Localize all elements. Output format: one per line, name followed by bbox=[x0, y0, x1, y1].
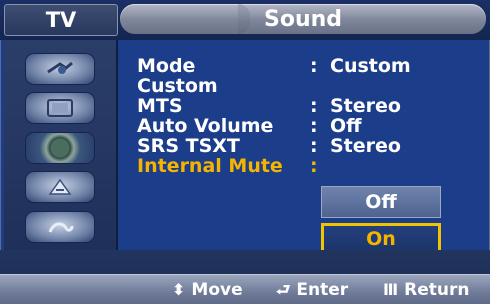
menu-row-auto-volume[interactable]: Auto Volume : Off bbox=[137, 116, 477, 136]
return-icon: Ⅲ bbox=[383, 280, 399, 299]
menu-row-value: Stereo bbox=[330, 135, 401, 157]
menu-row-colon: : bbox=[310, 55, 318, 77]
picture-icon-graphic bbox=[47, 61, 73, 74]
menu-row-label: Mode bbox=[137, 55, 196, 77]
tv-icon-graphic bbox=[47, 99, 73, 117]
sidebar bbox=[4, 40, 118, 250]
enter-hint: ⮐ Enter bbox=[276, 279, 348, 301]
tab-tv-label: TV bbox=[45, 8, 77, 32]
menu-row-colon: : bbox=[310, 135, 318, 157]
menu-row-value: Off bbox=[330, 115, 362, 137]
menu-row-label: MTS bbox=[137, 95, 183, 117]
menu-row-label: Auto Volume bbox=[137, 115, 274, 137]
footer: ⬍ Move ⮐ Enter Ⅲ Return bbox=[0, 250, 490, 304]
return-label: Return bbox=[404, 280, 470, 300]
menu-row-mts[interactable]: MTS : Stereo bbox=[137, 96, 477, 116]
up-down-arrows-icon: ⬍ bbox=[172, 280, 186, 299]
tv-icon[interactable] bbox=[26, 93, 94, 123]
menu-row-value: Custom bbox=[330, 55, 411, 77]
sound-menu: Mode : Custom Custom MTS : Stereo Auto V… bbox=[137, 56, 477, 176]
menu-row-label: Internal Mute bbox=[137, 155, 283, 177]
help-bar: ⬍ Move ⮐ Enter Ⅲ Return bbox=[0, 274, 490, 304]
setup-icon-graphic bbox=[48, 222, 74, 233]
menu-row-label: SRS TSXT bbox=[137, 135, 240, 157]
menu-title-label: Sound bbox=[263, 6, 343, 32]
option-off[interactable]: Off bbox=[321, 186, 441, 218]
menu-row-mode[interactable]: Mode : Custom bbox=[137, 56, 477, 76]
speaker-icon[interactable] bbox=[26, 133, 94, 163]
menu-row-label: Custom bbox=[137, 75, 218, 97]
title-notch bbox=[238, 4, 250, 34]
enter-icon: ⮐ bbox=[276, 280, 291, 299]
menu-row-custom[interactable]: Custom bbox=[137, 76, 477, 96]
menu-row-internal-mute[interactable]: Internal Mute : bbox=[137, 156, 477, 176]
enter-label: Enter bbox=[296, 280, 349, 300]
tab-tv[interactable]: TV bbox=[4, 4, 118, 36]
header: TV Sound bbox=[0, 0, 490, 40]
tv-osd-screen: TV Sound Mode: Custom Custom MTS: Ster… bbox=[0, 0, 490, 304]
move-hint: ⬍ Move bbox=[172, 279, 243, 301]
return-hint: Ⅲ Return bbox=[383, 279, 469, 301]
menu-row-colon: : bbox=[310, 95, 318, 117]
channel-icon-graphic bbox=[48, 178, 72, 195]
menu-title: Sound bbox=[120, 4, 486, 34]
menu-row-colon: : bbox=[310, 155, 318, 177]
picture-icon[interactable] bbox=[26, 54, 94, 84]
setup-icon[interactable] bbox=[26, 212, 94, 242]
internal-mute-dropdown[interactable]: Off On bbox=[321, 186, 441, 256]
menu-row-srs-tsxt[interactable]: SRS TSXT : Stereo bbox=[137, 136, 477, 156]
move-label: Move bbox=[191, 280, 243, 300]
menu-row-colon: : bbox=[310, 115, 318, 137]
channel-icon[interactable] bbox=[26, 172, 94, 202]
menu-row-value: Stereo bbox=[330, 95, 401, 117]
